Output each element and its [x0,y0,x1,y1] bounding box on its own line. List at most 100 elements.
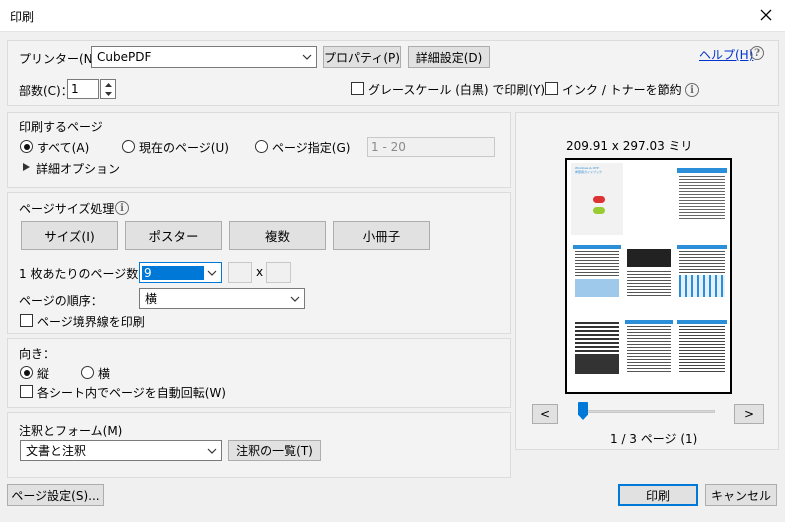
thumb-image-block [575,354,619,374]
all-pages-radio[interactable] [20,140,33,153]
comments-heading: 注釈とフォーム(M) [19,424,123,438]
portrait-radio[interactable] [20,366,33,379]
thumb-header-bar [677,245,727,249]
thumb-image-block [679,275,725,297]
print-button[interactable]: 印刷 [618,484,698,506]
thumb-cover: Windows & OTP 参照用ガイドブック [571,163,623,235]
current-page-label: 現在のページ(U) [139,141,229,155]
thumb-toggle-icon [593,207,605,214]
auto-rotate-checkbox[interactable] [20,385,33,398]
page-sizing-heading: ページサイズ処理 [19,202,115,216]
thumb-title-line-1: Windows & OTP [575,166,599,170]
properties-button[interactable]: プロパティ(P) [323,46,401,68]
close-icon[interactable] [755,4,777,26]
pages-per-sheet-select[interactable]: 9 [139,262,222,283]
printer-select[interactable]: CubePDF [91,46,317,68]
info-icon[interactable]: i [685,83,699,97]
chevron-down-icon [302,54,312,60]
times-sign: x [256,265,264,279]
thumb-header-bar [677,168,727,173]
size-button[interactable]: サイズ(I) [21,221,118,250]
auto-rotate-label: 各シート内でページを自動回転(W) [37,386,226,400]
grayscale-label: グレースケール (白黒) で印刷(Y) [368,83,546,97]
chevron-down-icon [207,448,217,454]
print-border-checkbox[interactable] [20,314,33,327]
thumb-page [677,245,727,307]
thumb-text-block [627,326,671,374]
comments-summary-button[interactable]: 注釈の一覧(T) [228,440,321,461]
window-title: 印刷 [10,10,35,24]
all-pages-label: すべて(A) [37,141,90,155]
help-link[interactable]: ヘルプ(H) [699,46,753,63]
thumb-header-bar [625,320,673,324]
thumb-page [573,245,621,307]
thumb-text-block [679,326,725,374]
thumb-toggle-icon [593,196,605,203]
grayscale-checkbox[interactable] [351,82,364,95]
stepper-down-icon[interactable] [101,89,115,98]
cancel-button[interactable]: キャンセル [705,484,777,506]
page-indicator: 1 / 3 ページ (1) [610,432,698,446]
thumb-image-block [627,249,671,267]
comments-select[interactable]: 文書と注釈 [20,440,222,461]
orientation-heading: 向き： [19,347,56,361]
more-options-link[interactable]: 詳細オプション [36,160,120,177]
thumb-page [677,320,727,382]
preview-dimensions: 209.91 x 297.03 ミリ [566,139,693,153]
pages-heading: 印刷するページ [19,120,103,134]
save-ink-label: インク / トナーを節約 [562,83,682,97]
comments-value: 文書と注釈 [26,444,87,458]
copies-value: 1 [71,82,79,96]
thumb-header-bar [677,320,727,324]
copies-stepper[interactable] [100,79,116,99]
thumb-text-block [679,251,725,273]
chevron-down-icon [207,270,217,276]
advanced-button[interactable]: 詳細設定(D) [408,46,490,68]
portrait-label: 縦 [37,367,50,381]
stepper-up-icon[interactable] [101,80,115,89]
landscape-radio[interactable] [81,366,94,379]
copies-label: 部数(C)： [19,84,73,98]
page-sizing-info-icon[interactable]: i [115,201,129,215]
thumb-page [573,320,621,382]
booklet-button[interactable]: 小冊子 [333,221,430,250]
page-slider-track[interactable] [580,410,715,413]
title-bar: 印刷 [0,0,785,32]
expand-triangle-icon[interactable] [23,163,30,171]
poster-button[interactable]: ポスター [125,221,222,250]
thumb-text-block [575,322,619,352]
thumb-text-block [575,251,619,277]
thumb-page [625,320,673,382]
save-ink-checkbox[interactable] [545,82,558,95]
page-range-placeholder: 1 - 20 [371,140,406,154]
page-setup-button[interactable]: ページ設定(S)... [7,484,104,506]
thumb-page [625,245,673,307]
print-border-label: ページ境界線を印刷 [37,315,145,329]
next-page-button[interactable]: > [734,404,764,424]
copies-input[interactable]: 1 [67,79,99,99]
page-order-value: 横 [145,292,158,306]
pages-per-sheet-value: 9 [142,265,204,280]
columns-input[interactable] [228,262,252,283]
landscape-label: 横 [98,367,111,381]
thumb-text-block [627,271,671,297]
page-order-select[interactable]: 横 [139,288,305,309]
thumb-text-block [679,176,725,221]
prev-page-button[interactable]: < [532,404,558,424]
printer-select-value: CubePDF [97,50,152,64]
help-question-icon[interactable]: ? [750,46,764,60]
page-range-label: ページ指定(G) [272,141,351,155]
chevron-down-icon [290,296,300,302]
multiple-button[interactable]: 複数 [229,221,326,250]
thumb-page [677,168,727,232]
thumb-image-block [575,279,619,297]
pages-per-sheet-label: 1 枚あたりのページ数： [19,267,151,281]
page-order-label: ページの順序： [19,294,103,308]
current-page-radio[interactable] [122,140,135,153]
thumb-header-bar [573,245,621,249]
thumb-title-line-2: 参照用ガイドブック [575,170,603,174]
page-range-input[interactable]: 1 - 20 [367,137,495,157]
preview-page: Windows & OTP 参照用ガイドブック [565,158,732,394]
rows-input[interactable] [266,262,291,283]
page-range-radio[interactable] [255,140,268,153]
